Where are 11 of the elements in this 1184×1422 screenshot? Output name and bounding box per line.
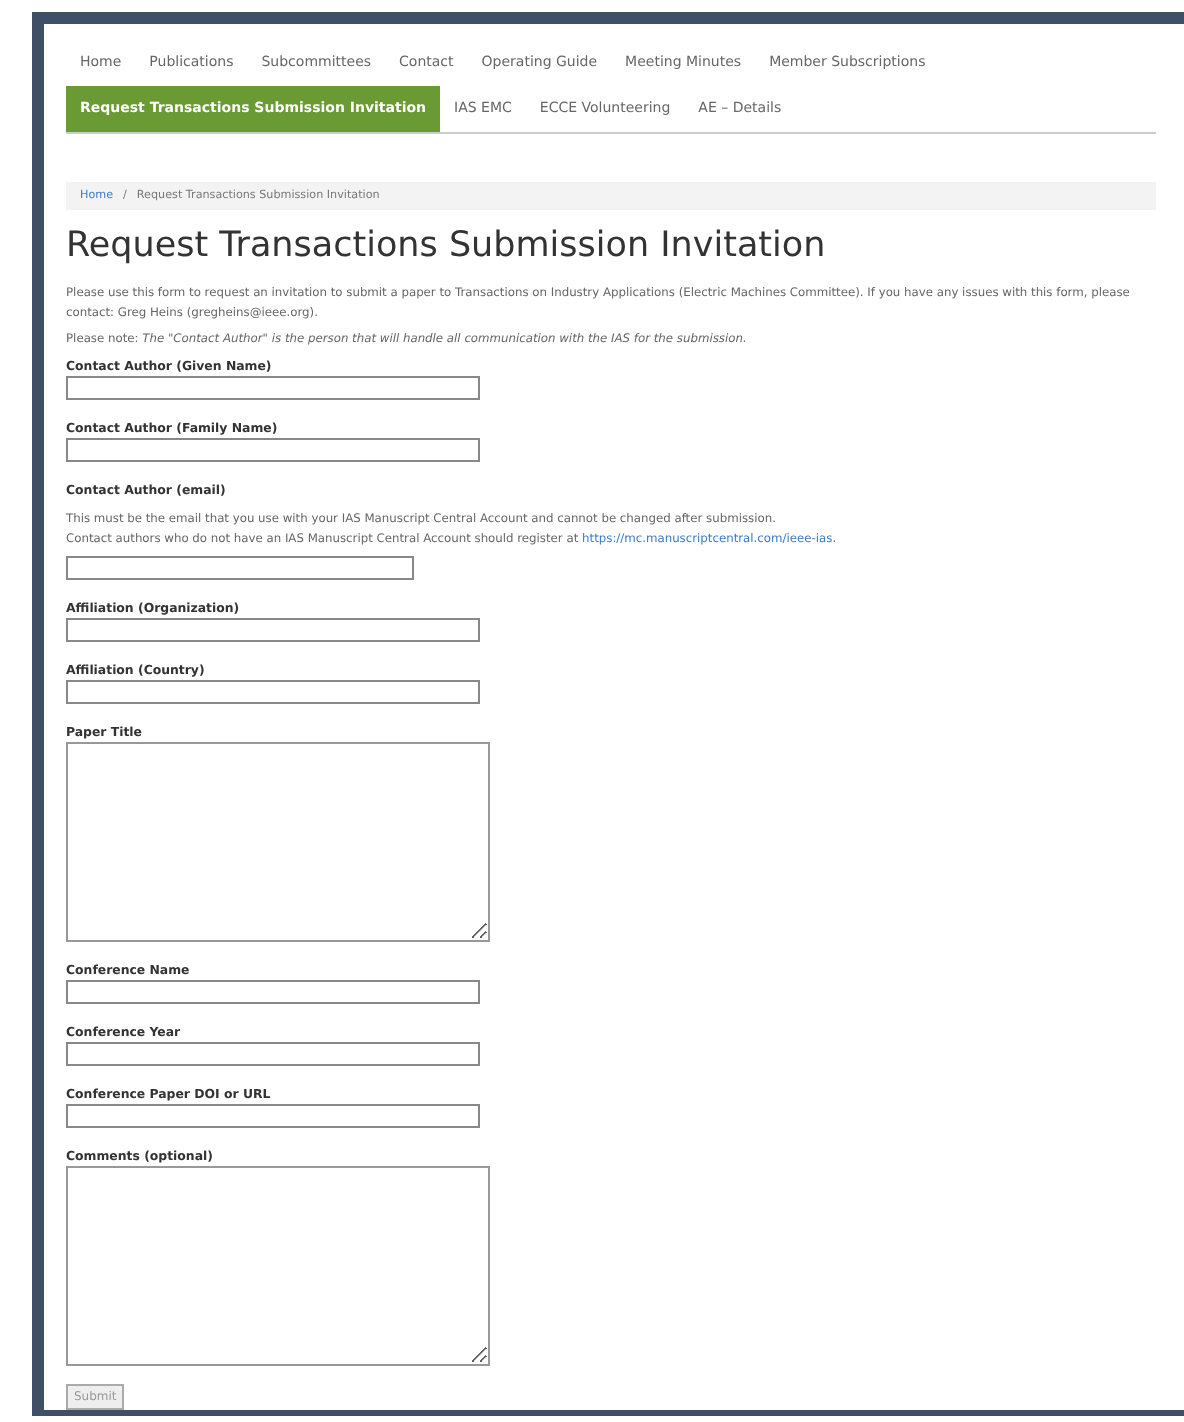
text-area-field[interactable] <box>66 741 490 941</box>
text-area-field[interactable] <box>66 1165 490 1365</box>
text-input-field[interactable] <box>66 375 480 399</box>
text-input-field[interactable] <box>66 617 480 641</box>
text-input-field[interactable] <box>66 679 480 703</box>
page-title: Request Transactions Submission Invitation <box>66 226 828 266</box>
text-input-field[interactable] <box>66 437 480 461</box>
text-input-field[interactable] <box>66 1041 480 1065</box>
text-input-field[interactable] <box>66 1103 480 1127</box>
text-input-field[interactable] <box>66 979 480 1003</box>
email-input-field[interactable] <box>66 555 414 579</box>
